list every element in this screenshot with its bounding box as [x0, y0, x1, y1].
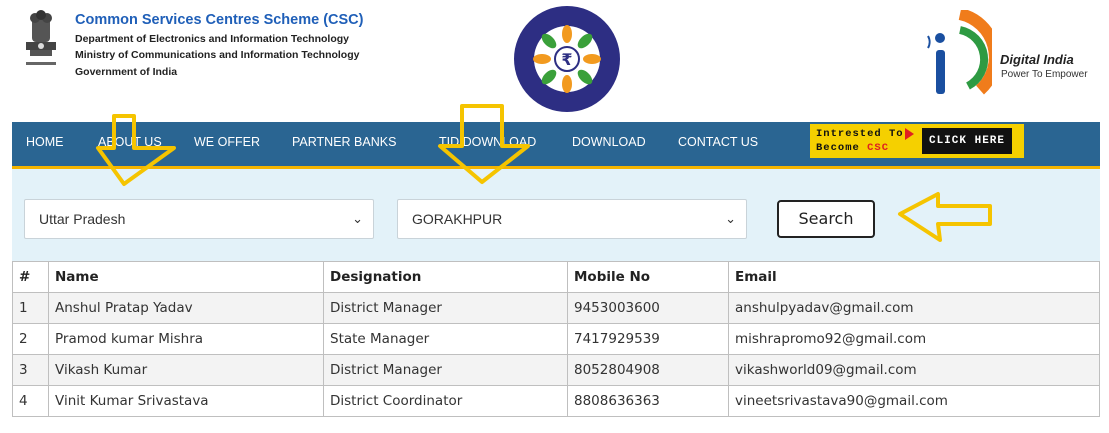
cell-mobile: 9453003600 — [567, 292, 729, 324]
cell-email: vikashworld09@gmail.com — [728, 354, 1100, 386]
column-header-mobile: Mobile No — [567, 261, 729, 293]
table-header-row: # Name Designation Mobile No Email — [12, 261, 1100, 293]
ministry-line: Ministry of Communications and Informati… — [75, 49, 360, 61]
search-button[interactable]: Search — [777, 200, 875, 238]
cell-name: Anshul Pratap Yadav — [48, 292, 324, 324]
annotation-down-arrow-icon — [96, 114, 176, 186]
national-emblem-icon — [26, 10, 56, 65]
nav-contact-us[interactable]: CONTACT US — [678, 135, 758, 149]
digital-india-tagline: Power To Empower — [1001, 69, 1088, 80]
jan-dhan-yojana-logo-icon: ₹ — [514, 6, 620, 112]
cell-number: 3 — [12, 354, 49, 386]
nav-partner-banks[interactable]: PARTNER BANKS — [292, 135, 396, 149]
become-csc-banner[interactable]: Intrested To Become CSC CLICK HERE — [810, 124, 1024, 158]
nav-home[interactable]: HOME — [26, 135, 64, 149]
site-header: Common Services Centres Scheme (CSC) Dep… — [12, 0, 1100, 122]
cell-designation: State Manager — [323, 323, 568, 355]
cell-email: mishrapromo92@gmail.com — [728, 323, 1100, 355]
nav-we-offer[interactable]: WE OFFER — [194, 135, 260, 149]
cell-number: 2 — [12, 323, 49, 355]
cta-line2: Become CSC — [816, 142, 889, 154]
cell-mobile: 8052804908 — [567, 354, 729, 386]
state-select-value: Uttar Pradesh — [39, 211, 126, 227]
click-here-button[interactable]: CLICK HERE — [922, 128, 1012, 154]
column-header-designation: Designation — [323, 261, 568, 293]
annotation-down-arrow-icon — [438, 104, 530, 184]
cell-name: Vinit Kumar Srivastava — [48, 385, 324, 417]
cell-name: Vikash Kumar — [48, 354, 324, 386]
chevron-down-icon: ⌄ — [352, 211, 363, 226]
district-select[interactable]: GORAKHPUR ⌄ — [397, 199, 747, 239]
annotation-left-arrow-icon — [898, 192, 992, 242]
contacts-table: # Name Designation Mobile No Email 1 Ans… — [12, 261, 1100, 417]
table-row: 3 Vikash Kumar District Manager 80528049… — [12, 354, 1100, 386]
cta-line2-highlight: CSC — [867, 142, 890, 154]
district-select-value: GORAKHPUR — [412, 211, 503, 227]
play-arrow-icon — [905, 128, 914, 140]
chevron-down-icon: ⌄ — [725, 211, 736, 226]
department-line: Department of Electronics and Informatio… — [75, 33, 349, 45]
column-header-name: Name — [48, 261, 324, 293]
svg-text:₹: ₹ — [561, 50, 572, 69]
table-row: 2 Pramod kumar Mishra State Manager 7417… — [12, 323, 1100, 355]
digital-india-logo-icon — [927, 10, 992, 95]
column-header-number: # — [12, 261, 49, 293]
cell-designation: District Manager — [323, 354, 568, 386]
cell-number: 1 — [12, 292, 49, 324]
table-row: 4 Vinit Kumar Srivastava District Coordi… — [12, 385, 1100, 417]
cell-designation: District Manager — [323, 292, 568, 324]
nav-download[interactable]: DOWNLOAD — [572, 135, 646, 149]
cell-designation: District Coordinator — [323, 385, 568, 417]
cell-email: vineetsrivastava90@gmail.com — [728, 385, 1100, 417]
cta-line2-prefix: Become — [816, 142, 860, 154]
state-select[interactable]: Uttar Pradesh ⌄ — [24, 199, 374, 239]
digital-india-text: Digital India — [1000, 52, 1074, 67]
cell-mobile: 7417929539 — [567, 323, 729, 355]
cell-number: 4 — [12, 385, 49, 417]
cell-name: Pramod kumar Mishra — [48, 323, 324, 355]
cell-mobile: 8808636363 — [567, 385, 729, 417]
table-row: 1 Anshul Pratap Yadav District Manager 9… — [12, 292, 1100, 324]
cta-line1: Intrested To — [816, 128, 904, 140]
column-header-email: Email — [728, 261, 1100, 293]
cell-email: anshulpyadav@gmail.com — [728, 292, 1100, 324]
government-line: Government of India — [75, 66, 178, 78]
csc-title: Common Services Centres Scheme (CSC) — [75, 12, 364, 28]
